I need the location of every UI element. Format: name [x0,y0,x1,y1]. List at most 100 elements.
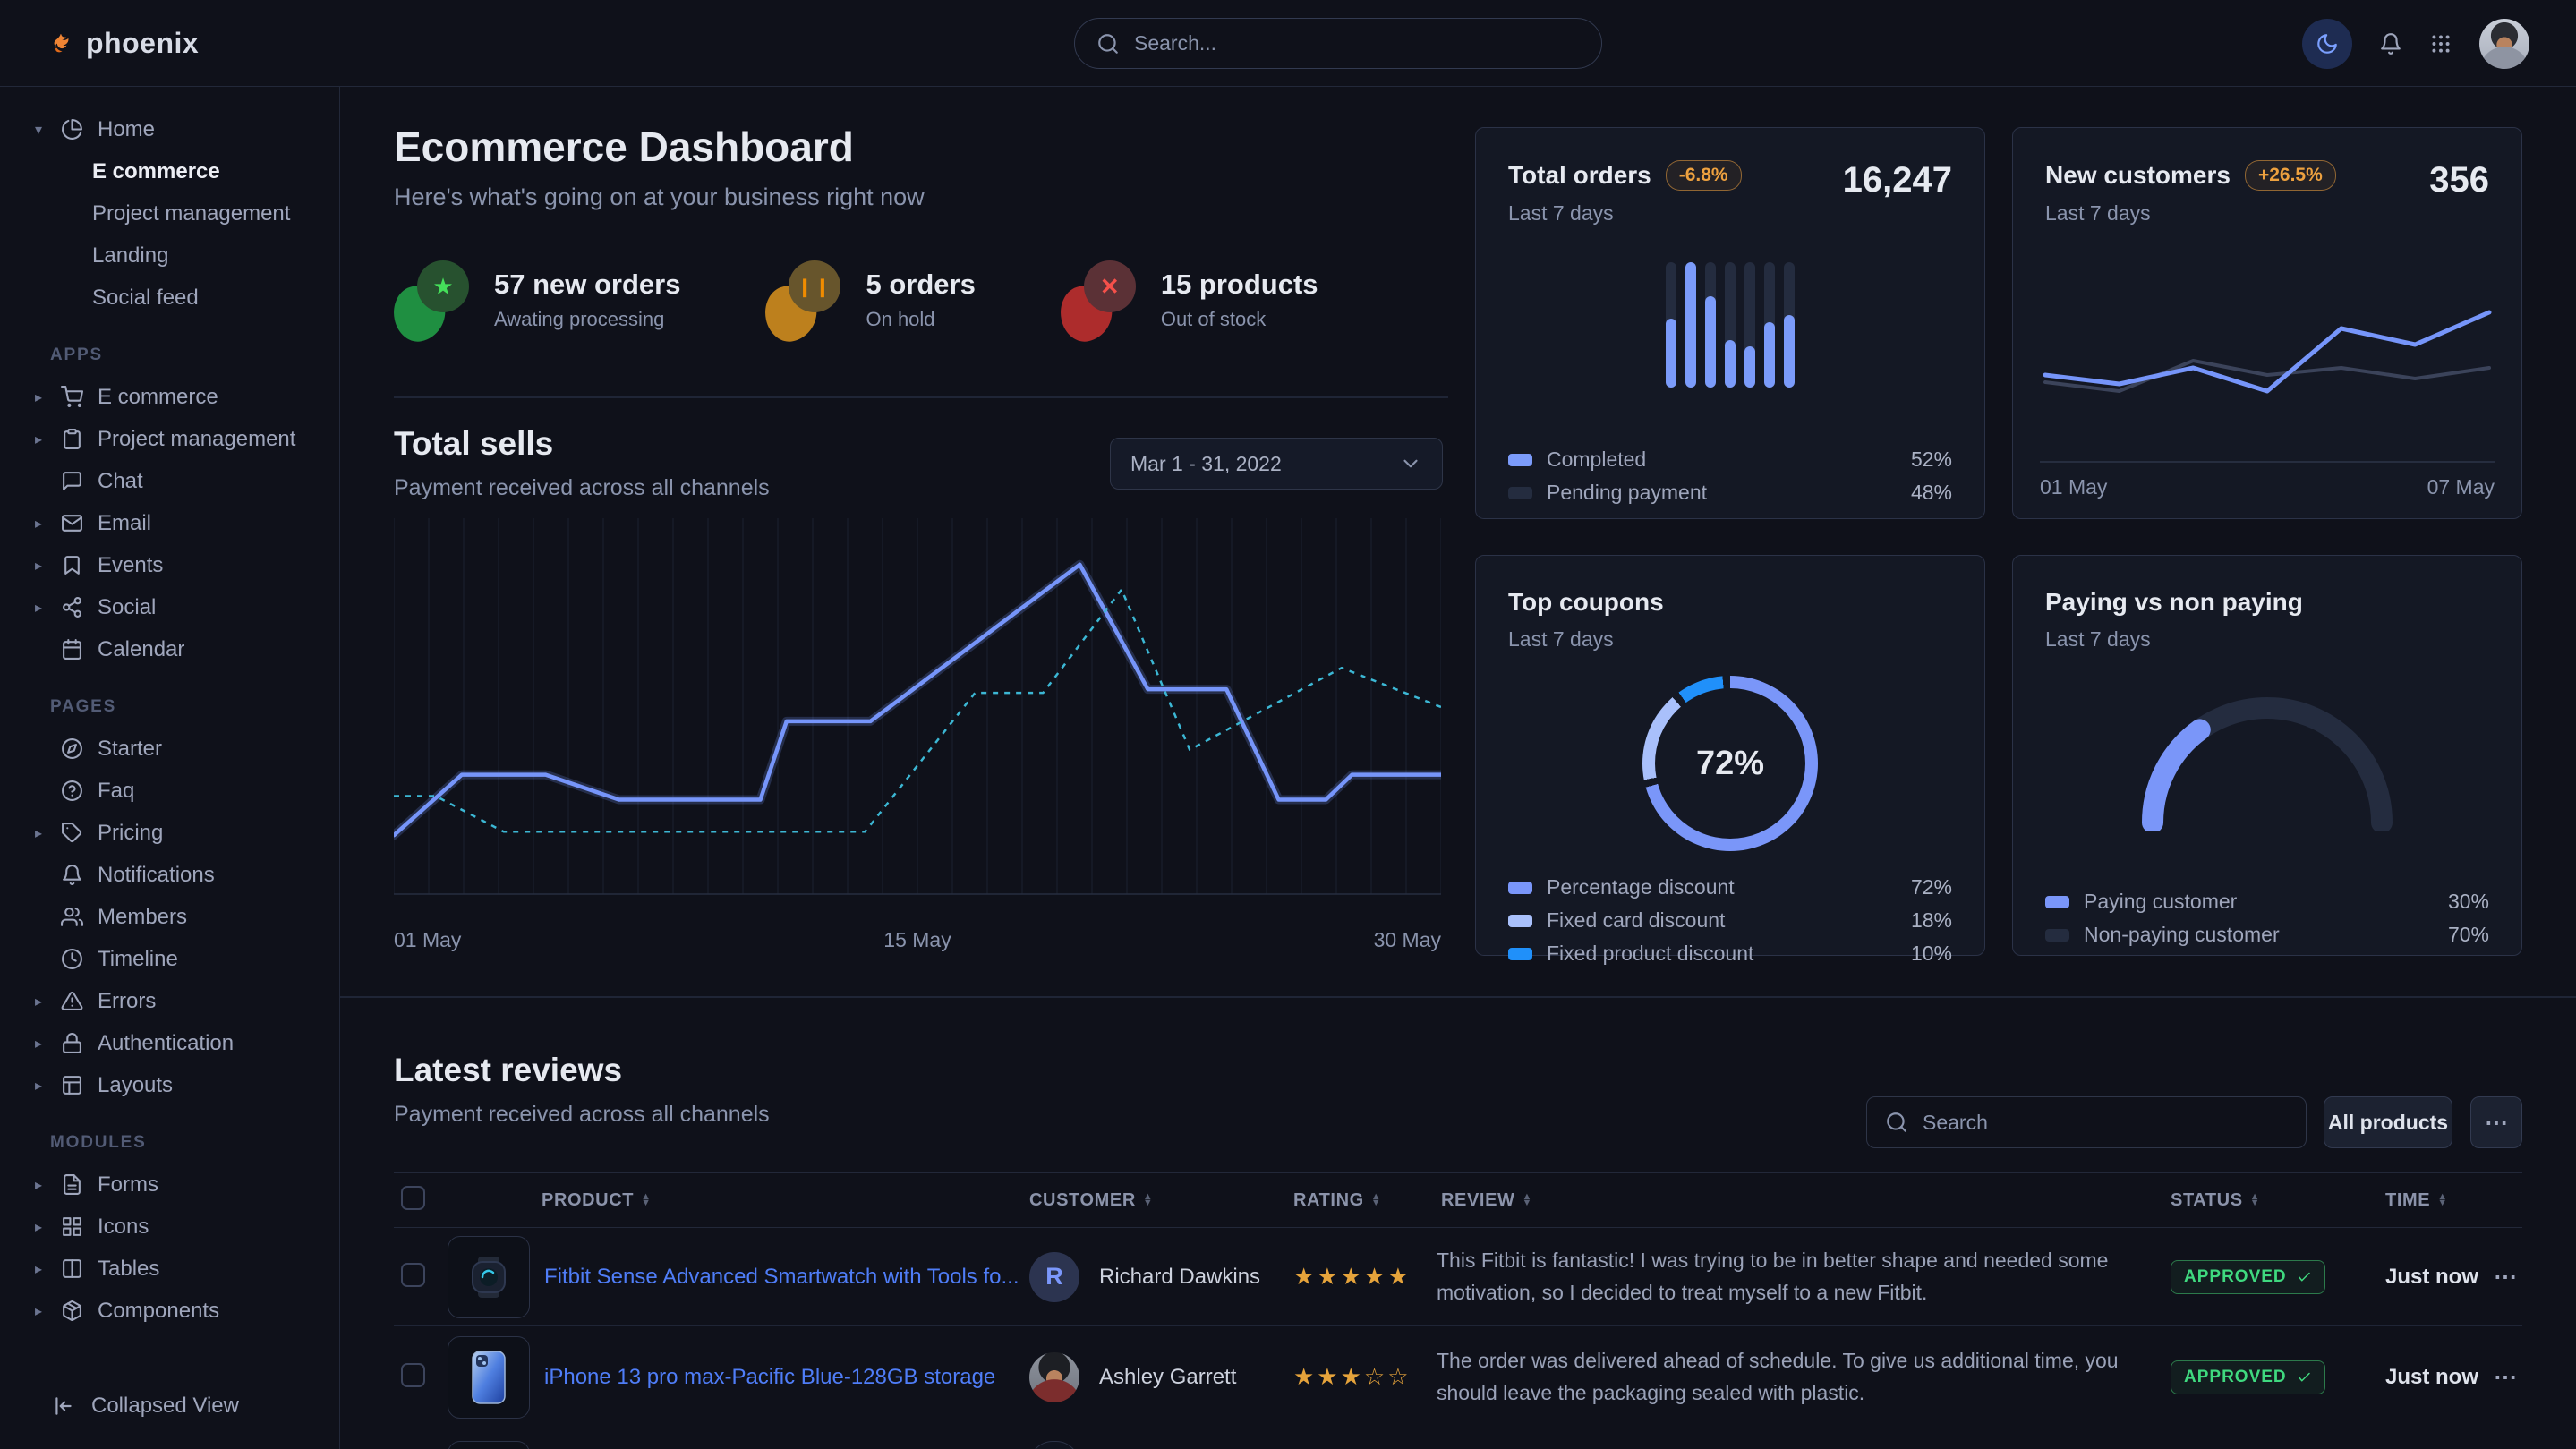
x-icon: ✕ [1084,260,1136,312]
caret-right-icon: ▸ [30,430,47,448]
legend-label: Completed [1547,447,1646,472]
row-checkbox[interactable] [401,1263,425,1287]
sidebar-item-icons[interactable]: ▸Icons [0,1206,339,1248]
sidebar-item-e-commerce[interactable]: E commerce [0,150,339,192]
sidebar-item-forms[interactable]: ▸Forms [0,1163,339,1206]
sidebar-item-label: Pricing [98,821,163,846]
global-search[interactable] [1074,18,1602,69]
moon-icon [2316,32,2339,55]
sidebar-item-pricing[interactable]: ▸ Pricing [0,812,339,854]
sidebar-item-authentication[interactable]: ▸Authentication [0,1022,339,1064]
green-status-icon: ★ [394,259,471,341]
sort-icon[interactable]: ▲▼ [1143,1194,1154,1206]
collapsed-view-button[interactable]: Collapsed View [52,1394,339,1419]
legend-value: 18% [1911,908,1952,933]
legend-value: 48% [1911,481,1952,505]
sidebar-item-email[interactable]: ▸Email [0,502,339,544]
check-icon [2296,1269,2312,1285]
axis-line [2040,461,2495,463]
rating-stars: ★★★★★ [1293,1263,1437,1291]
sidebar-item-tables[interactable]: ▸Tables [0,1248,339,1290]
checkbox-cell [394,1263,439,1291]
paying-legend: Paying customer30%Non-paying customer70% [2045,885,2489,951]
caret-right-icon: ▸ [30,824,47,842]
sidebar-item-timeline[interactable]: Timeline [0,938,339,980]
x-label-start: 01 May [2040,475,2107,499]
global-search-input[interactable] [1132,30,1580,56]
sort-icon[interactable]: ▲▼ [641,1194,652,1206]
total-sells-chart-svg [394,518,1441,921]
product-image [448,1236,530,1318]
all-products-button[interactable]: All products [2324,1096,2452,1148]
brand-logo[interactable]: phoenix [50,0,199,87]
sidebar-item-project-management[interactable]: ▸Project management [0,418,339,460]
sidebar-item-project-management[interactable]: Project management [0,192,339,234]
orders-bar [1764,262,1775,388]
sidebar-item-members[interactable]: Members [0,896,339,938]
sort-icon[interactable]: ▲▼ [2437,1194,2448,1206]
user-avatar[interactable] [2479,19,2529,69]
sidebar-item-notifications[interactable]: Notifications [0,854,339,896]
calendar-icon [61,638,83,661]
main-content: Ecommerce Dashboard Here's what's going … [340,87,2576,1449]
orders-bar-chart [1666,262,1795,388]
sidebar-item-chat[interactable]: Chat [0,460,339,502]
latest-reviews-title: Latest reviews [394,1052,770,1089]
paying-gauge-chart [2115,688,2419,831]
alert-icon [61,990,83,1012]
card-period: Last 7 days [1508,627,1952,652]
stat-caption: On hold [866,308,975,331]
sidebar-item-label: Chat [98,469,143,494]
orders-bar [1666,262,1676,388]
product-link[interactable]: Fitbit Sense Advanced Smartwatch with To… [544,1265,1019,1290]
sidebar-item-landing[interactable]: Landing [0,234,339,277]
reviews-search[interactable] [1866,1096,2307,1148]
date-range-select[interactable]: Mar 1 - 31, 2022 [1110,438,1443,490]
chevron-down-icon [1399,452,1422,475]
sidebar-item-starter[interactable]: Starter [0,728,339,770]
status-badge: APPROVED [2171,1360,2325,1394]
bar-completed [1705,296,1716,388]
sort-icon[interactable]: ▲▼ [2250,1194,2261,1206]
sort-icon[interactable]: ▲▼ [1523,1194,1533,1206]
review-text: The order was delivered ahead of schedul… [1437,1345,2171,1409]
sidebar-item-label: Timeline [98,947,178,972]
brand-name: phoenix [86,27,199,60]
row-checkbox[interactable] [401,1363,425,1387]
file-icon [61,1173,83,1196]
apps-grid-button[interactable] [2429,32,2452,55]
legend-value: 52% [1911,447,1952,472]
sidebar-item-home[interactable]: ▾Home [0,108,339,150]
sidebar-item-events[interactable]: ▸Events [0,544,339,586]
phoenix-logo-icon [50,32,73,55]
sidebar-item-social-feed[interactable]: Social feed [0,277,339,319]
sidebar-item-social[interactable]: ▸Social [0,586,339,628]
help-icon [61,780,83,802]
reviews-menu-button[interactable]: ⋯ [2470,1096,2522,1148]
sidebar-item-calendar[interactable]: Calendar [0,628,339,670]
stat-awating-processing: ★ 57 new ordersAwating processing [394,259,680,341]
sidebar-item-layouts[interactable]: ▸Layouts [0,1064,339,1106]
stat-text: 57 new ordersAwating processing [494,268,680,331]
product-link[interactable]: iPhone 13 pro max-Pacific Blue-128GB sto… [544,1365,995,1390]
sidebar-item-label: Social [98,595,156,620]
reviews-search-input[interactable] [1921,1110,2288,1136]
sort-icon[interactable]: ▲▼ [1371,1194,1382,1206]
sidebar-item-errors[interactable]: ▸Errors [0,980,339,1022]
row-menu-button[interactable]: ⋯ [2488,1263,2522,1291]
sidebar-item-e-commerce[interactable]: ▸E commerce [0,376,339,418]
customer-avatar [1029,1441,1079,1449]
sidebar-item-components[interactable]: ▸Components [0,1290,339,1332]
status-cell: APPROVED [2171,1260,2376,1294]
orange-status-icon: ❙❙ [765,259,842,341]
total-sells-chart: 01 May 15 May 30 May [394,518,1441,966]
select-all-checkbox[interactable] [401,1186,425,1210]
grid4-icon [61,1215,83,1238]
sidebar-item-faq[interactable]: Faq [0,770,339,812]
x-label-mid: 15 May [883,928,951,952]
notifications-button[interactable] [2379,32,2402,55]
row-menu-button[interactable]: ⋯ [2488,1363,2522,1391]
theme-toggle-button[interactable] [2302,19,2352,69]
card-title: Top coupons [1508,588,1952,617]
legend-label: Fixed product discount [1547,942,1753,966]
